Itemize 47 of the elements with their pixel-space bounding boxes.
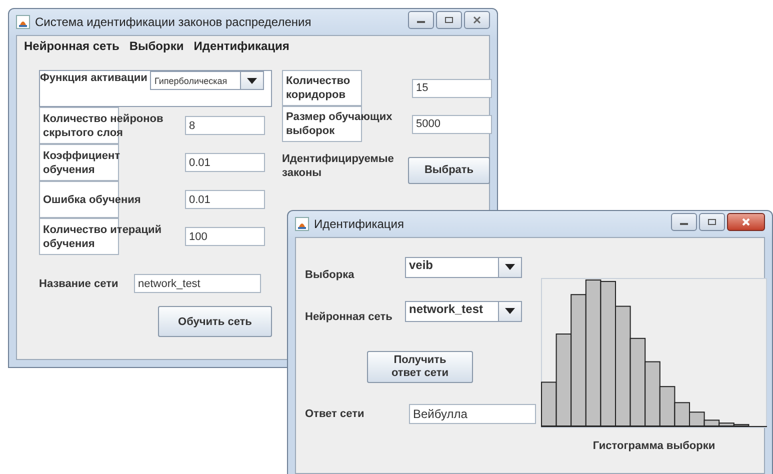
input-field[interactable]: 0.01 xyxy=(185,153,265,172)
field-label: Коэффициент обучения xyxy=(43,148,122,176)
field-label: Нейронная сеть xyxy=(305,310,394,324)
field-label: Ответ сети xyxy=(305,407,366,421)
field-label: Функция активации xyxy=(40,71,148,86)
maximize-button[interactable] xyxy=(699,213,725,231)
app-icon xyxy=(295,217,309,231)
close-icon xyxy=(741,218,751,226)
input-field[interactable]: 15 xyxy=(412,78,492,98)
train-button[interactable]: Обучить сеть xyxy=(158,306,272,337)
close-button[interactable] xyxy=(727,213,765,231)
field-label: Выборка xyxy=(305,268,356,282)
app-icon xyxy=(16,15,30,29)
answer-field[interactable]: Вейбулла xyxy=(409,404,536,424)
window-title: Идентификация xyxy=(314,217,405,231)
menu-item[interactable]: Выборки xyxy=(124,38,189,54)
caret-icon xyxy=(505,264,515,270)
input-field[interactable]: 0.01 xyxy=(185,190,265,209)
window-title: Система идентификации законов распределения xyxy=(35,15,312,29)
input-field[interactable]: 8 xyxy=(185,116,265,135)
caret-icon xyxy=(247,78,258,84)
dropdown[interactable]: Гиперболическая xyxy=(150,71,264,90)
minimize-button[interactable] xyxy=(671,213,697,231)
input-field[interactable]: 100 xyxy=(185,227,265,246)
field-label: Размер обучающих выборок xyxy=(286,110,394,138)
menu-item[interactable]: Нейронная сеть xyxy=(19,38,124,54)
minimize-button[interactable] xyxy=(408,11,434,29)
close-icon xyxy=(472,16,482,24)
input-field[interactable]: 5000 xyxy=(412,114,492,134)
field-label: Название сети xyxy=(39,276,120,290)
caret-icon xyxy=(505,308,515,314)
field-label: Количество итераций обучения xyxy=(43,222,163,250)
choose-button[interactable]: Выбрать xyxy=(408,156,490,184)
field-label: Идентифицируемые законы xyxy=(282,152,395,180)
histogram-caption: Гистограмма выборки xyxy=(592,440,716,452)
field-label: Ошибка обучения xyxy=(43,192,142,206)
dropdown[interactable]: network_test xyxy=(405,300,522,322)
maximize-icon xyxy=(707,218,717,226)
dropdown[interactable]: veib xyxy=(405,256,522,278)
get-answer-button[interactable]: Получить ответ сети xyxy=(367,351,473,383)
menu-item[interactable]: Идентификация xyxy=(188,38,294,54)
input-field[interactable]: network_test xyxy=(134,274,261,293)
close-button[interactable] xyxy=(464,11,490,29)
field-label: Количество нейронов скрытого слоя xyxy=(43,112,164,140)
maximize-icon xyxy=(444,16,454,24)
field-label: Количество коридоров xyxy=(286,74,352,102)
maximize-button[interactable] xyxy=(436,11,462,29)
